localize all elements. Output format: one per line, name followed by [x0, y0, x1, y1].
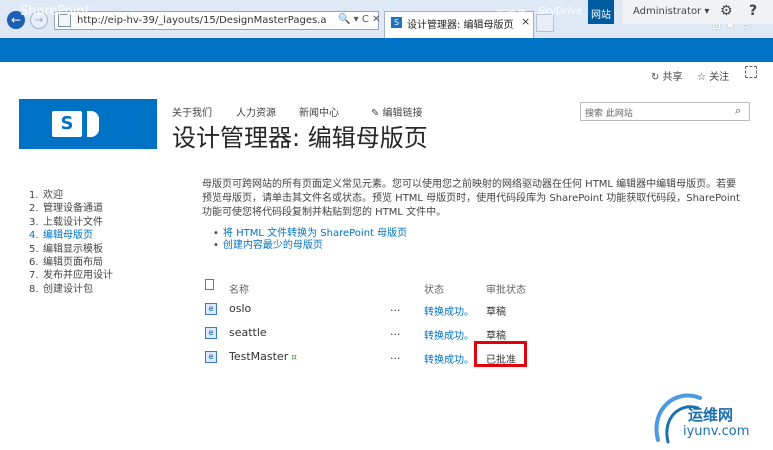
status-link[interactable]: 转换成功。: [424, 327, 474, 342]
new-item-icon: ¤: [291, 353, 297, 363]
site-logo[interactable]: S: [19, 99, 157, 149]
column-header-status[interactable]: 状态: [424, 281, 444, 296]
approval-status: 草稿: [486, 307, 506, 318]
file-name-link[interactable]: TestMaster ¤: [229, 350, 297, 363]
sharepoint-brand[interactable]: SharePoint: [20, 4, 90, 19]
share-button[interactable]: ↻ 共享: [651, 68, 683, 83]
document-type-icon: [205, 279, 214, 290]
focus-mode-icon[interactable]: [745, 66, 757, 78]
address-bar[interactable]: http://eip-hv-39/_layouts/15/DesignMaste…: [54, 11, 380, 30]
topnav-about[interactable]: 关于我们: [172, 104, 212, 119]
topnav-hr[interactable]: 人力资源: [236, 104, 276, 119]
master-page-file-icon: e: [205, 303, 217, 315]
edit-links-button[interactable]: ✎ 编辑链接: [371, 104, 423, 119]
watermark-url: iyunv.com: [683, 424, 750, 439]
follow-button[interactable]: ☆ 关注: [697, 68, 729, 83]
file-name-link[interactable]: seattle: [229, 326, 267, 339]
page-description: 母版页可跨网站的所有页面定义常见元素。您可以使用您之前映射的网络驱动器在任何 H…: [202, 179, 740, 218]
design-steps-list: 1. 欢迎 2. 管理设备通道 3. 上载设计文件 4. 编辑母版页 5. 编辑显示模板 …: [29, 189, 113, 296]
gear-icon[interactable]: ⚙: [720, 3, 733, 19]
search-placeholder: 搜索 此网站: [585, 109, 633, 119]
address-text[interactable]: http://eip-hv-39/_layouts/15/DesignMaste…: [77, 15, 327, 26]
step-item[interactable]: 2. 管理设备通道: [29, 202, 113, 215]
suite-bar: [0, 38, 773, 62]
sharepoint-logo-mark: [87, 111, 99, 137]
suite-link-skydrive[interactable]: SkyDrive: [538, 6, 582, 17]
suite-link-newsfeed[interactable]: 新闻源: [496, 6, 526, 21]
master-page-file-icon: e: [205, 351, 217, 363]
item-menu-button[interactable]: ...: [390, 325, 401, 338]
approval-highlight-box: [474, 341, 527, 367]
approval-status: 草稿: [486, 331, 506, 342]
topnav-news[interactable]: 新闻中心: [299, 104, 339, 119]
help-icon[interactable]: ?: [749, 3, 757, 19]
status-link[interactable]: 转换成功。: [424, 303, 474, 318]
file-name-link[interactable]: oslo: [229, 302, 251, 315]
sharepoint-tab-icon: S: [391, 17, 402, 28]
step-item[interactable]: 7. 发布并应用设计: [29, 269, 113, 282]
column-header-name[interactable]: 名称: [229, 281, 249, 296]
column-header-approval[interactable]: 审批状态: [486, 281, 526, 296]
page-title: 设计管理器: 编辑母版页: [172, 124, 428, 152]
status-link[interactable]: 转换成功。: [424, 351, 474, 366]
sharepoint-logo-icon: S: [52, 111, 82, 137]
step-item[interactable]: 6. 编辑页面布局: [29, 256, 113, 269]
watermark-text: 运维网: [688, 406, 734, 424]
master-page-file-icon: e: [205, 327, 217, 339]
item-menu-button[interactable]: ...: [390, 301, 401, 314]
suite-link-sites[interactable]: 网站: [591, 6, 611, 21]
convert-html-link[interactable]: 将 HTML 文件转换为 SharePoint 母版页: [221, 228, 407, 240]
step-item[interactable]: 1. 欢迎: [29, 189, 113, 202]
action-links: 将 HTML 文件转换为 SharePoint 母版页 创建内容最少的母版页: [221, 228, 407, 252]
step-item[interactable]: 3. 上载设计文件: [29, 216, 113, 229]
step-item[interactable]: 8. 创建设计包: [29, 283, 113, 296]
step-item[interactable]: 5. 编辑显示模板: [29, 243, 113, 256]
item-menu-button[interactable]: ...: [390, 349, 401, 362]
create-minimal-master-link[interactable]: 创建内容最少的母版页: [221, 240, 407, 252]
search-icon[interactable]: ⌕: [735, 104, 741, 118]
step-item-active[interactable]: 4. 编辑母版页: [29, 229, 113, 242]
site-search-input[interactable]: 搜索 此网站 ⌕: [580, 102, 750, 121]
address-tools-icons[interactable]: 🔍 ▾ C ✕: [338, 14, 380, 25]
user-menu[interactable]: Administrator ▾: [633, 6, 709, 17]
